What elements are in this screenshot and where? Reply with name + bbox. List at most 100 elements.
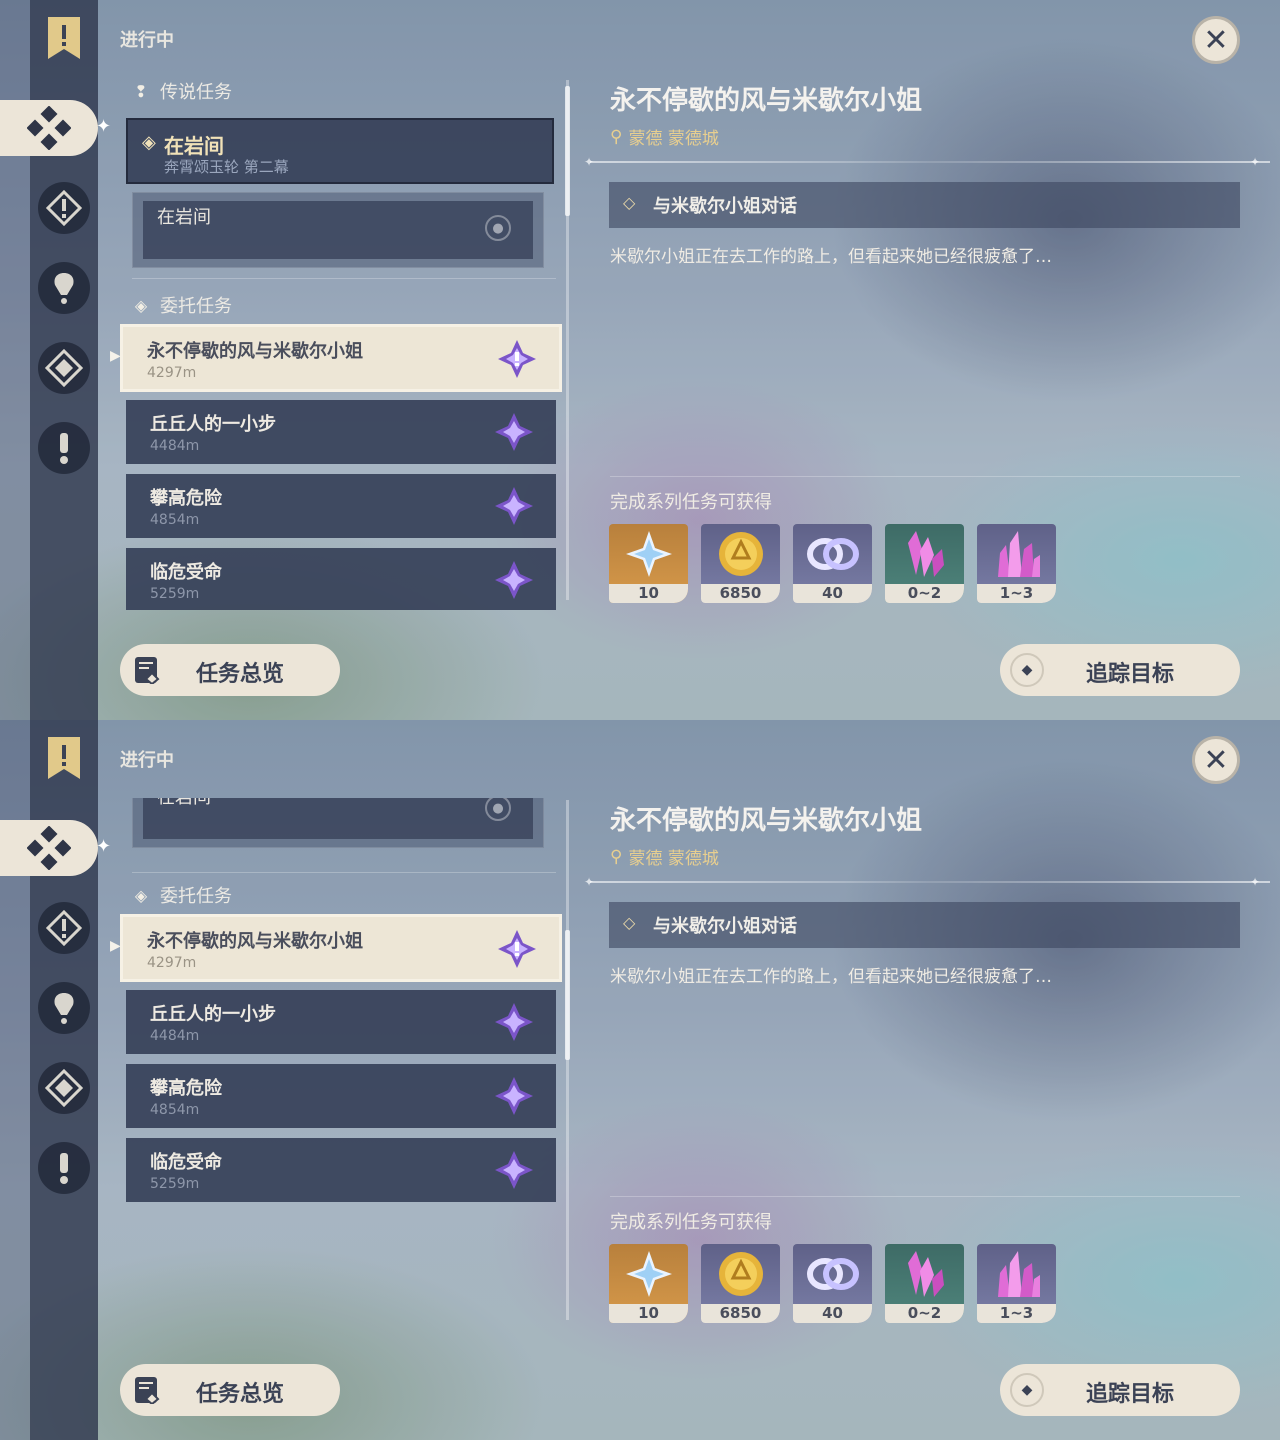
section-divider (132, 278, 556, 279)
selected-arrow-icon: ▶ (110, 348, 121, 364)
section-divider (132, 872, 556, 873)
quest-list-scrollbar[interactable] (566, 800, 569, 1320)
close-icon: ✕ (1203, 22, 1229, 58)
rewards-label: 完成系列任务可获得 (610, 492, 772, 513)
reward-item[interactable]: 1~3 (977, 1244, 1056, 1323)
legend-substep[interactable]: 在岩间 ● (132, 798, 544, 848)
reward-item[interactable]: 1~3 (977, 524, 1056, 603)
reward-count: 0~2 (885, 584, 964, 603)
nav-story-quests[interactable] (38, 262, 90, 314)
nav-world-quests[interactable] (38, 422, 90, 474)
quest-list[interactable]: 在岩间 ● ◈ 委托任务 永不停歇的风与米歇尔小姐 4297m 丘丘人的一小步 … (118, 798, 568, 1330)
map-pin-icon: ⚲ (610, 126, 623, 147)
quest-overview-button[interactable]: 任务总览 (120, 1364, 340, 1416)
detail-title: 永不停歇的风与米歇尔小姐 (610, 806, 923, 836)
close-button[interactable]: ✕ (1192, 16, 1240, 64)
reward-item[interactable]: 0~2 (885, 1244, 964, 1323)
location-pin-icon[interactable]: ● (485, 215, 511, 241)
close-icon: ✕ (1203, 742, 1229, 778)
rewards-row: 10 6850 40 0~2 1~3 (609, 1244, 1056, 1323)
quest-item[interactable]: 攀高危险 4854m (126, 474, 556, 538)
quest-item[interactable]: 丘丘人的一小步 4484m (126, 400, 556, 464)
reward-count: 1~3 (977, 1304, 1056, 1323)
quest-description: 米歇尔小姐正在去工作的路上，但看起来她已经很疲惫了… (610, 247, 1052, 267)
objective-diamond-icon: ◇ (623, 193, 636, 212)
commission-icon (45, 1069, 83, 1107)
location-text: 蒙德 蒙德城 (628, 129, 719, 149)
track-diamond-icon: ◆ (1010, 653, 1044, 687)
divider-ornament-icon: ✦ (1250, 155, 1261, 169)
reward-item[interactable]: 6850 (701, 1244, 780, 1323)
track-label: 追踪目标 (1086, 1382, 1175, 1407)
exclamation-icon (60, 1153, 68, 1184)
nav-archon-quests[interactable] (38, 902, 90, 954)
objective-row: ◇ 与米歇尔小姐对话 (609, 182, 1240, 228)
commission-section-label: 委托任务 (160, 296, 232, 317)
detail-location: ⚲ 蒙德 蒙德城 (610, 124, 719, 150)
nav-commission-quests[interactable] (38, 1062, 90, 1114)
commission-icon (45, 349, 83, 387)
commission-star-icon (495, 413, 533, 451)
quest-overview-button[interactable]: 任务总览 (120, 644, 340, 696)
reward-item[interactable]: 0~2 (885, 524, 964, 603)
quest-item[interactable]: 永不停歇的风与米歇尔小姐 4297m (120, 324, 562, 392)
nav-commission-quests[interactable] (38, 342, 90, 394)
reward-item[interactable]: 40 (793, 1244, 872, 1323)
quest-distance: 4297m (147, 955, 197, 971)
selected-arrow-icon: ▶ (110, 938, 121, 954)
quest-banner-icon[interactable] (38, 732, 90, 784)
track-diamond-icon: ◆ (1010, 1373, 1044, 1407)
quest-title: 永不停歇的风与米歇尔小姐 (147, 341, 363, 362)
commission-section-label: 委托任务 (160, 886, 232, 907)
quest-list[interactable]: ❢ 传说任务 ◈ 在岩间 奔霄颂玉轮 第二幕 在岩间 ● ◈ 委托任务 永不停歇… (118, 78, 568, 610)
quest-distance: 4854m (150, 1102, 200, 1118)
nav-story-quests[interactable] (38, 982, 90, 1034)
reward-item[interactable]: 10 (609, 1244, 688, 1323)
crystal-chunk-icon (907, 531, 944, 577)
quest-item[interactable]: 临危受命 5259m (126, 548, 556, 610)
quest-item[interactable]: 永不停歇的风与米歇尔小姐 4297m (120, 914, 562, 982)
quest-item[interactable]: 攀高危险 4854m (126, 1064, 556, 1128)
scrollbar-thumb[interactable] (565, 86, 570, 216)
track-button[interactable]: ◆ 追踪目标 (1000, 644, 1240, 696)
quest-title: 临危受命 (150, 1152, 222, 1173)
reward-count: 6850 (701, 1304, 780, 1323)
reward-item[interactable]: 40 (793, 524, 872, 603)
quest-distance: 5259m (150, 1176, 200, 1192)
close-button[interactable]: ✕ (1192, 736, 1240, 784)
archon-quest-icon (46, 190, 82, 226)
quest-title: 攀高危险 (150, 1078, 222, 1099)
quest-banner-icon[interactable] (38, 12, 90, 64)
track-button[interactable]: ◆ 追踪目标 (1000, 1364, 1240, 1416)
reward-count: 6850 (701, 584, 780, 603)
status-label: 进行中 (120, 750, 174, 771)
legend-quest-item[interactable]: ◈ 在岩间 奔霄颂玉轮 第二幕 (126, 118, 554, 184)
primogem-icon (625, 1251, 672, 1297)
nav-all-quests[interactable] (0, 820, 98, 876)
legend-section-header: ❢ 传说任务 (132, 78, 232, 104)
reward-count: 0~2 (885, 1304, 964, 1323)
reward-item[interactable]: 6850 (701, 524, 780, 603)
quest-screen-top: ✦ 进行中 ✕ ❢ 传说任务 ◈ 在岩间 奔霄颂玉轮 第二幕 在岩间 ● ◈ 委… (0, 0, 1280, 720)
nav-world-quests[interactable] (38, 1142, 90, 1194)
legend-quest-subtitle: 奔霄颂玉轮 第二幕 (164, 158, 289, 176)
reward-item[interactable]: 10 (609, 524, 688, 603)
commission-section-header: ◈ 委托任务 (132, 882, 232, 908)
nav-all-quests[interactable] (0, 100, 98, 156)
diamond-cluster-icon (27, 826, 71, 870)
title-divider (590, 881, 1270, 883)
commission-star-icon (495, 1003, 533, 1041)
quest-item[interactable]: 丘丘人的一小步 4484m (126, 990, 556, 1054)
quest-item[interactable]: 临危受命 5259m (126, 1138, 556, 1202)
mora-icon (718, 1252, 763, 1296)
legend-substep[interactable]: 在岩间 ● (132, 192, 544, 268)
quest-distance: 5259m (150, 586, 200, 602)
commission-small-icon: ◈ (134, 295, 148, 315)
divider-ornament-icon: ✦ (584, 875, 595, 889)
quest-description: 米歇尔小姐正在去工作的路上，但看起来她已经很疲惫了… (610, 967, 1052, 987)
title-divider (590, 161, 1270, 163)
scrollbar-thumb[interactable] (565, 930, 570, 1060)
rewards-divider (610, 1196, 1240, 1197)
tracked-diamond-icon: ◈ (142, 132, 156, 153)
nav-archon-quests[interactable] (38, 182, 90, 234)
